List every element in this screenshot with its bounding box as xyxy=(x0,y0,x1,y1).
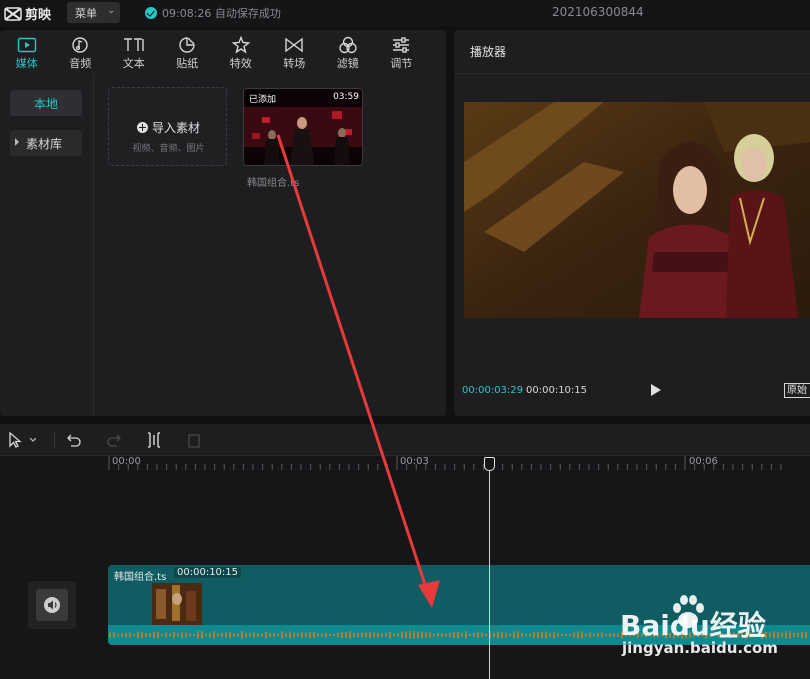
timeline-toolbar xyxy=(0,424,810,456)
playhead-handle[interactable] xyxy=(484,457,495,471)
tab-filter[interactable]: 滤镜 xyxy=(321,30,375,74)
media-panel: 媒体 音频 文本 贴纸 特效 转场 滤镜 调节 本地 素材库 导入素材 视频、音… xyxy=(0,30,446,416)
media-icon xyxy=(17,37,36,53)
tab-label: 特效 xyxy=(229,57,252,70)
tab-label: 调节 xyxy=(390,57,413,70)
select-cursor-icon[interactable] xyxy=(8,432,36,448)
tab-label: 音频 xyxy=(69,57,92,70)
baidu-watermark: Baidu经验 jingyan.baidu.com xyxy=(620,590,806,662)
media-clip-thumbnail[interactable]: 已添加 03:59 xyxy=(243,88,363,166)
menu-label: 菜单 xyxy=(75,6,97,20)
chevron-down-icon: ⌄ xyxy=(107,6,115,16)
sidebar-item-label: 素材库 xyxy=(26,136,63,151)
playhead-line xyxy=(489,471,490,679)
sidebar-item-library[interactable]: 素材库 xyxy=(10,130,82,156)
watermark-brand: Baidu经验 xyxy=(620,609,766,642)
resource-tabs: 媒体 音频 文本 贴纸 特效 转场 滤镜 调节 xyxy=(0,30,446,74)
tab-label: 媒体 xyxy=(15,57,38,70)
audio-button-face xyxy=(36,589,68,621)
toolbar-separator xyxy=(54,433,55,447)
aspect-ratio-button[interactable]: 原始 xyxy=(784,383,810,398)
ruler-label: 00:06 xyxy=(689,456,718,467)
plus-circle-icon xyxy=(136,122,148,133)
ruler-label: 00:00 xyxy=(112,456,141,467)
player-title: 播放器 xyxy=(470,45,507,59)
effects-icon xyxy=(231,36,250,54)
tab-label: 转场 xyxy=(283,57,306,70)
transition-icon xyxy=(285,37,303,53)
app-name: 剪映 xyxy=(25,8,52,23)
text-icon xyxy=(123,38,144,51)
tab-label: 文本 xyxy=(122,57,145,70)
import-media-button[interactable]: 导入素材 视频、音频、图片 xyxy=(108,87,227,166)
undo-icon[interactable] xyxy=(66,432,82,448)
autosave-text: 09:08:26 自动保存成功 xyxy=(162,7,281,20)
divider xyxy=(454,73,810,74)
tab-media[interactable]: 媒体 xyxy=(0,30,54,74)
split-icon[interactable] xyxy=(146,432,162,448)
app-window: 剪映 菜单 ⌄ 09:08:26 自动保存成功 202106300844 媒体 … xyxy=(0,0,810,679)
adjust-icon xyxy=(393,37,410,53)
media-sidebar: 本地 素材库 xyxy=(0,74,94,416)
added-badge: 已添加 xyxy=(247,92,279,105)
tab-audio[interactable]: 音频 xyxy=(54,30,108,74)
tab-text[interactable]: 文本 xyxy=(107,30,161,74)
speaker-icon xyxy=(44,597,60,613)
sidebar-item-local[interactable]: 本地 xyxy=(10,90,82,116)
autosave-status: 09:08:26 自动保存成功 xyxy=(145,5,281,21)
tab-effects[interactable]: 特效 xyxy=(214,30,268,74)
time-ruler[interactable]: 00:00 00:03 00:06 xyxy=(108,456,810,476)
delete-icon[interactable] xyxy=(186,432,202,448)
track-clip-duration: 00:00:10:15 xyxy=(174,567,242,578)
video-frame-image xyxy=(464,102,810,318)
track-audio-toggle[interactable] xyxy=(28,581,76,629)
video-preview[interactable] xyxy=(464,102,810,318)
tab-transition[interactable]: 转场 xyxy=(268,30,322,74)
sticker-icon xyxy=(179,37,195,53)
clip-duration: 03:59 xyxy=(333,92,359,102)
title-bar: 剪映 菜单 ⌄ 09:08:26 自动保存成功 202106300844 xyxy=(0,0,810,26)
menu-button[interactable]: 菜单 ⌄ xyxy=(67,2,120,23)
tab-adjust[interactable]: 调节 xyxy=(375,30,429,74)
watermark-url: jingyan.baidu.com xyxy=(622,639,778,657)
player-panel: 播放器 00:00:03:29 00:00:10:15 原始 xyxy=(454,30,810,416)
tab-sticker[interactable]: 贴纸 xyxy=(161,30,215,74)
track-clip-thumbnail xyxy=(152,583,202,627)
clip-filename: 韩国组合.ts xyxy=(247,178,300,189)
import-title: 导入素材 xyxy=(109,119,228,136)
tab-label: 滤镜 xyxy=(336,57,359,70)
redo-icon[interactable] xyxy=(106,432,122,448)
current-timecode: 00:00:03:29 xyxy=(462,385,524,396)
total-timecode: 00:00:10:15 xyxy=(526,385,588,396)
tab-label: 贴纸 xyxy=(176,57,199,70)
audio-icon xyxy=(72,37,88,53)
import-subtitle: 视频、音频、图片 xyxy=(132,144,205,154)
ruler-label: 00:03 xyxy=(400,456,429,467)
import-label: 导入素材 xyxy=(151,121,200,135)
filter-icon xyxy=(339,36,357,54)
track-clip-name: 韩国组合.ts xyxy=(114,572,167,583)
caret-right-icon xyxy=(15,138,19,146)
capcut-logo-icon xyxy=(4,6,22,21)
play-icon[interactable] xyxy=(651,384,661,396)
app-logo: 剪映 xyxy=(4,4,51,23)
project-name: 202106300844 xyxy=(552,5,644,19)
check-circle-icon xyxy=(145,7,157,19)
